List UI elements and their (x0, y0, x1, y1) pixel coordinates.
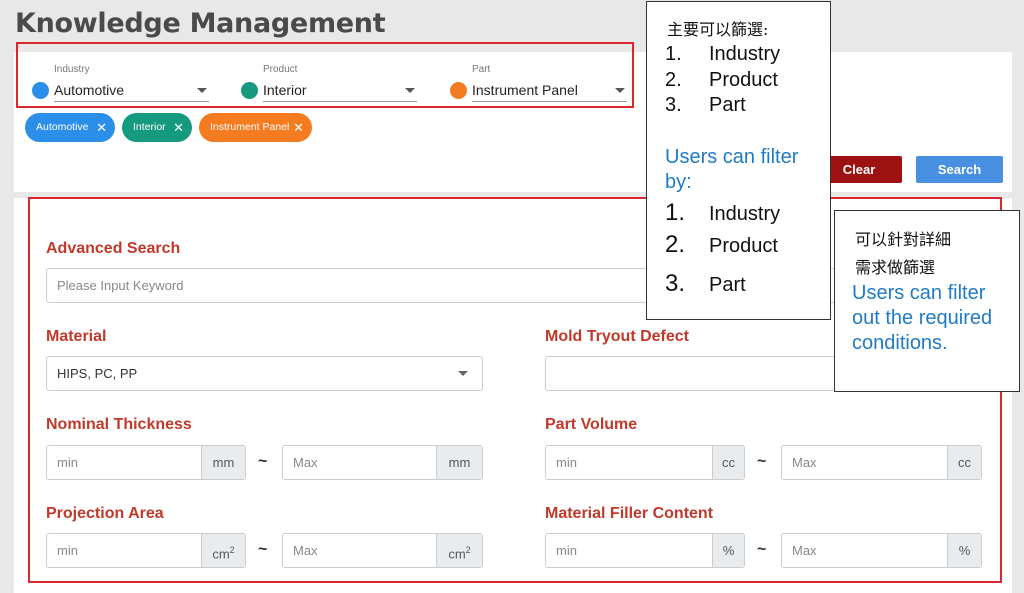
max-placeholder: Max (792, 543, 817, 558)
projection-area-label: Projection Area (46, 505, 164, 522)
mold-tryout-defect-label: Mold Tryout Defect (545, 328, 690, 345)
chevron-down-icon (458, 371, 468, 376)
projection-area-max-input[interactable]: Max cm2 (282, 533, 483, 568)
unit-addon: cm2 (201, 534, 245, 567)
industry-caption: Industry (54, 64, 90, 75)
range-separator: ~ (757, 541, 767, 558)
part-color-dot (450, 82, 467, 99)
callout-item: Product (709, 69, 778, 91)
callout-item: Product (709, 235, 778, 257)
callout-filter-by: 主要可以篩選: 1. Industry 2. Product 3. Part U… (646, 1, 831, 320)
callout-zh-line: 需求做篩選 (855, 258, 936, 277)
product-underline (263, 101, 417, 102)
close-icon[interactable]: ✕ (173, 113, 184, 142)
callout-item: Industry (709, 43, 781, 65)
max-placeholder: Max (293, 455, 318, 470)
callout-num: 3. (665, 270, 686, 297)
callout-zh-line: 可以針對詳細 (855, 230, 952, 249)
industry-select[interactable]: Industry Automotive (32, 62, 212, 102)
range-separator: ~ (258, 453, 268, 470)
unit-addon: mm (201, 446, 245, 479)
material-filler-content-label: Material Filler Content (545, 505, 714, 522)
callout-num: 1. (665, 43, 682, 65)
chip-label: Automotive (36, 121, 89, 133)
chevron-down-icon (405, 88, 415, 93)
filler-content-max-input[interactable]: Max % (781, 533, 982, 568)
part-select[interactable]: Part Instrument Panel (450, 62, 630, 102)
callout-num: 2. (665, 69, 682, 91)
product-select[interactable]: Product Interior (241, 62, 421, 102)
unit-text: cm (212, 546, 230, 562)
chevron-down-icon (197, 88, 207, 93)
callout-num: 1. (665, 199, 686, 226)
callout-item: Part (709, 94, 746, 116)
material-value: HIPS, PC, PP (57, 366, 138, 381)
unit-addon: cm2 (436, 534, 482, 567)
close-icon[interactable]: ✕ (96, 113, 107, 142)
min-placeholder: min (57, 543, 78, 558)
chip-industry[interactable]: Automotive ✕ (25, 113, 115, 142)
unit-text: cm (448, 546, 466, 562)
callout-item: Part (709, 274, 746, 296)
callout-filter-conditions: 可以針對詳細 需求做篩選 Users can filter out the re… (834, 210, 1020, 392)
unit-addon: mm (436, 446, 482, 479)
product-color-dot (241, 82, 258, 99)
max-placeholder: Max (293, 543, 318, 558)
range-separator: ~ (757, 453, 767, 470)
max-placeholder: Max (792, 455, 817, 470)
industry-underline (54, 101, 209, 102)
callout-zh-heading: 主要可以篩選: (667, 20, 769, 39)
nominal-thickness-min-input[interactable]: min mm (46, 445, 246, 480)
unit-addon: cc (712, 446, 744, 479)
callout-num: 3. (665, 94, 682, 116)
industry-color-dot (32, 82, 49, 99)
chip-part[interactable]: Instrument Panel ✕ (199, 113, 312, 142)
part-volume-max-input[interactable]: Max cc (781, 445, 982, 480)
chip-product[interactable]: Interior ✕ (122, 113, 192, 142)
page-title: Knowledge Management (15, 8, 386, 39)
product-caption: Product (263, 64, 298, 75)
unit-addon: % (712, 534, 744, 567)
material-select[interactable]: HIPS, PC, PP (46, 356, 483, 391)
min-placeholder: min (57, 455, 78, 470)
callout-en-text: Users can filter out the required condit… (852, 282, 993, 354)
part-volume-label: Part Volume (545, 416, 638, 433)
callout-item: Industry (709, 203, 781, 225)
chevron-down-icon (615, 88, 625, 93)
search-button[interactable]: Search (916, 156, 1003, 183)
chip-label: Instrument Panel (210, 121, 290, 133)
projection-area-min-input[interactable]: min cm2 (46, 533, 246, 568)
unit-superscript: 2 (229, 545, 235, 555)
keyword-placeholder: Please Input Keyword (57, 278, 184, 293)
product-value: Interior (263, 82, 307, 98)
close-icon[interactable]: ✕ (293, 113, 304, 142)
part-volume-min-input[interactable]: min cc (545, 445, 745, 480)
material-label: Material (46, 328, 107, 345)
chip-label: Interior (133, 121, 166, 133)
part-underline (472, 101, 627, 102)
nominal-thickness-max-input[interactable]: Max mm (282, 445, 483, 480)
unit-addon: % (947, 534, 981, 567)
industry-value: Automotive (54, 82, 125, 98)
range-separator: ~ (258, 541, 268, 558)
unit-addon: cc (947, 446, 981, 479)
callout-num: 2. (665, 231, 686, 258)
min-placeholder: min (556, 543, 577, 558)
filler-content-min-input[interactable]: min % (545, 533, 745, 568)
nominal-thickness-label: Nominal Thickness (46, 416, 192, 433)
advanced-search-heading: Advanced Search (46, 240, 181, 257)
min-placeholder: min (556, 455, 577, 470)
unit-superscript: 2 (465, 545, 471, 555)
callout-en-heading: Users can filter by: (665, 146, 799, 193)
part-value: Instrument Panel (472, 82, 578, 98)
part-caption: Part (472, 64, 491, 75)
